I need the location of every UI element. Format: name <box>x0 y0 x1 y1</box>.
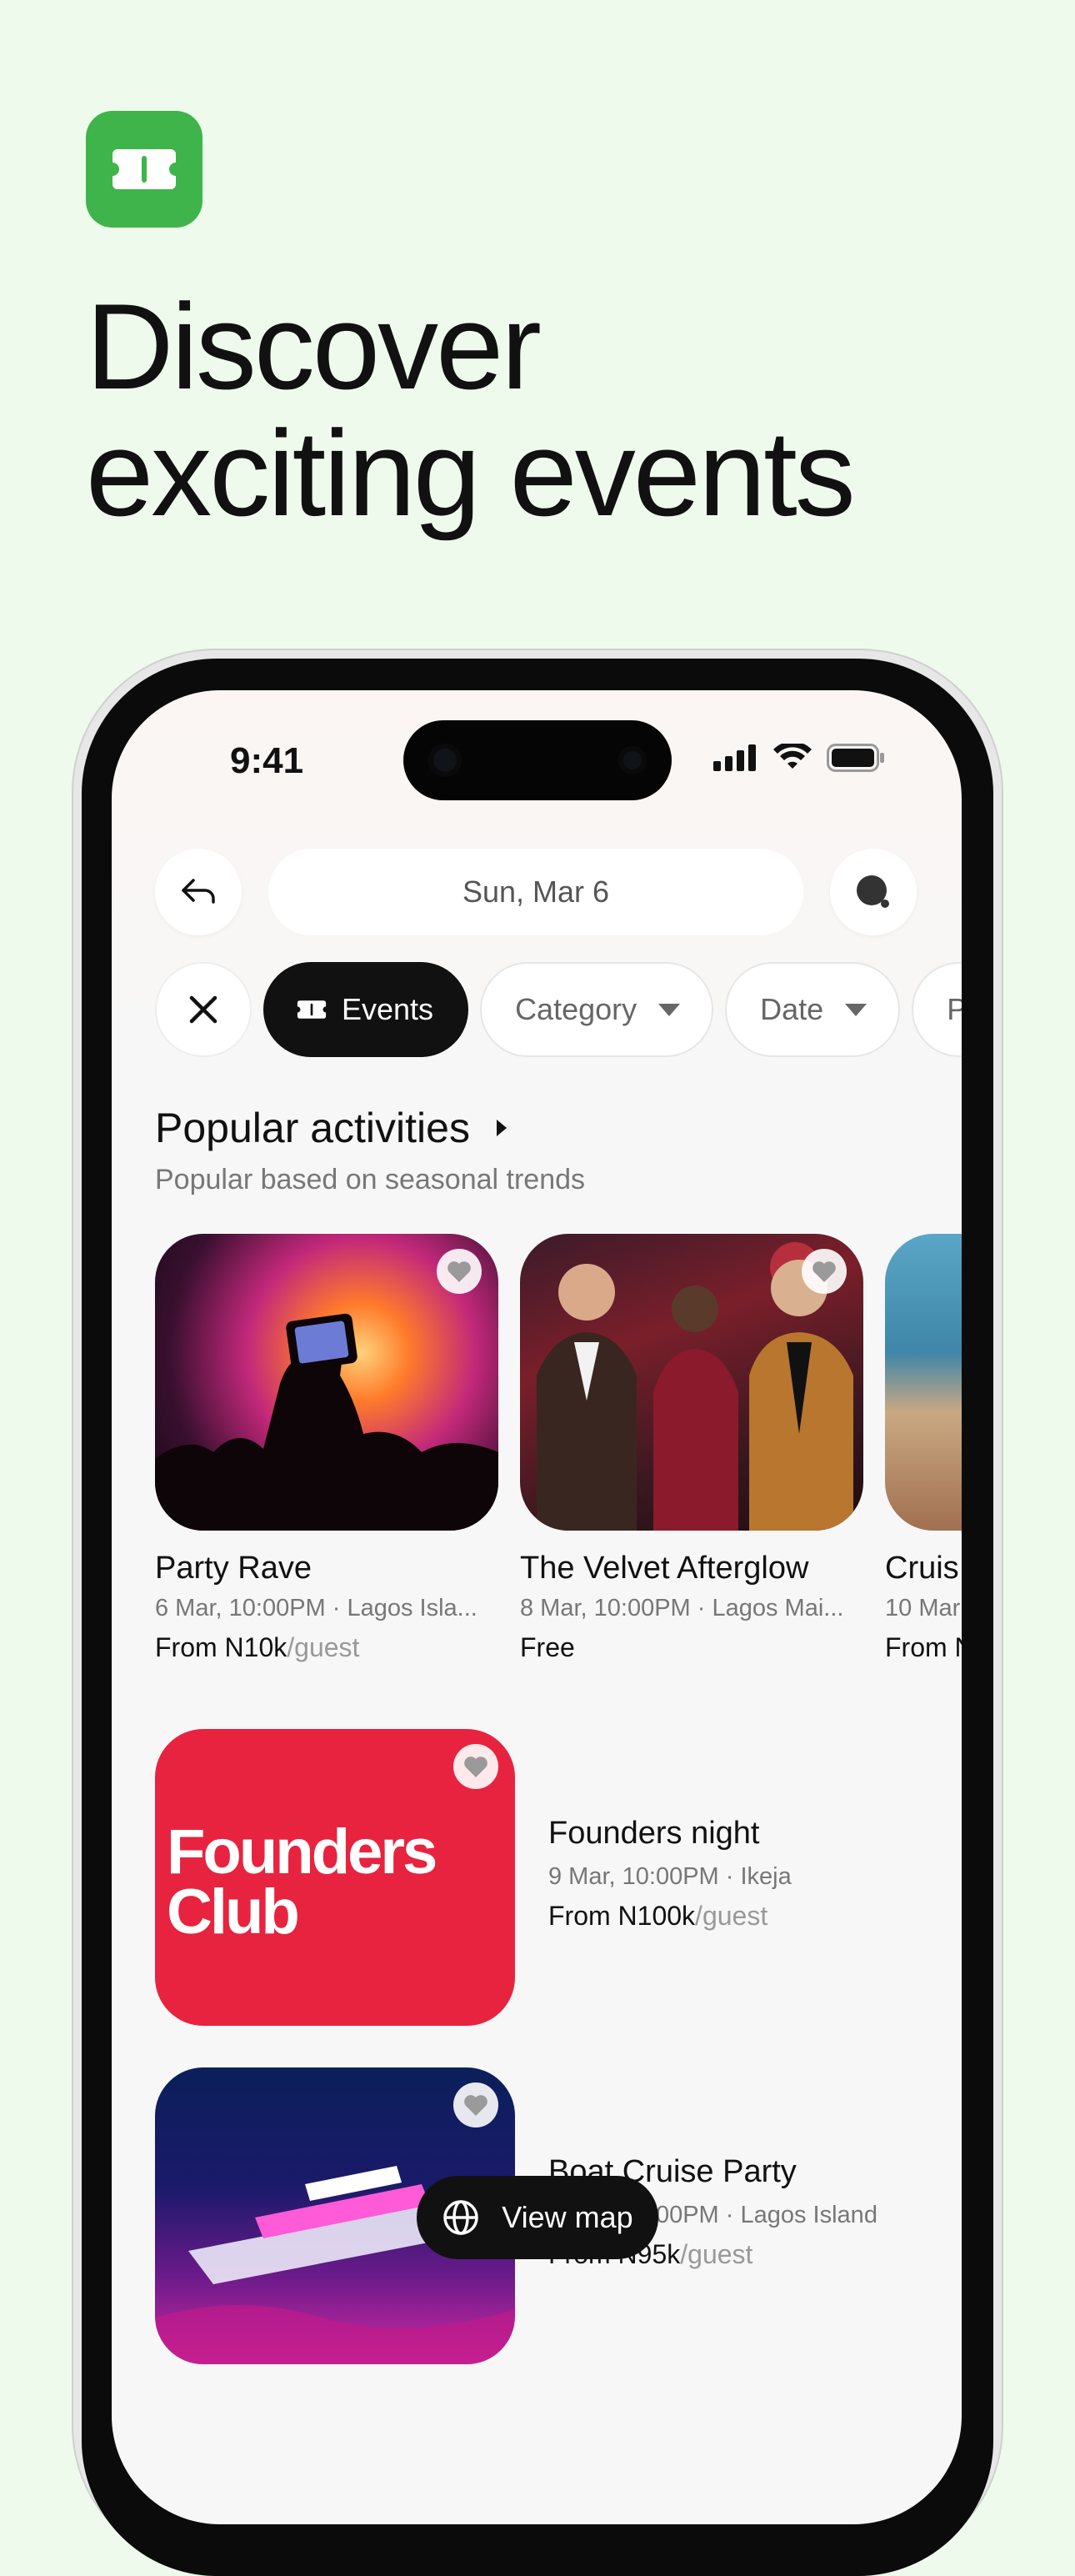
search-button[interactable] <box>830 849 917 935</box>
section-title[interactable]: Popular activities <box>155 1104 508 1152</box>
camera-dot <box>428 744 462 777</box>
price-value: From N <box>885 1632 962 1662</box>
phone-screen: 9:41 Sun, Mar 6 Events Category Date P P… <box>112 690 962 2524</box>
chip-date[interactable]: Date <box>725 962 901 1057</box>
section-title-label: Popular activities <box>155 1105 470 1151</box>
search-icon <box>857 875 889 908</box>
sensor-dot <box>618 746 647 774</box>
event-price: Free <box>520 1632 863 1663</box>
event-meta: 9 Mar, 10:00PM · Ikeja <box>548 1863 792 1890</box>
headline-line-1: Discover <box>86 278 542 414</box>
event-card[interactable]: Party Rave 6 Mar, 10:00PM · Lagos Isla..… <box>155 1234 498 1663</box>
event-price: From N10k/guest <box>155 1632 498 1663</box>
chip-events-label: Events <box>342 992 434 1026</box>
view-map-label: View map <box>502 2200 633 2234</box>
hero-headline: Discover exciting events <box>86 283 1002 537</box>
heart-icon <box>448 1261 471 1282</box>
chip-more[interactable]: P <box>912 962 962 1057</box>
list-item-info: Founders night 9 Mar, 10:00PM · Ikeja Fr… <box>548 1816 792 1932</box>
event-image-velvet-afterglow <box>520 1234 863 1531</box>
ticket-icon <box>112 149 176 189</box>
clear-filters-button[interactable] <box>155 962 252 1057</box>
chevron-right-icon <box>496 1120 507 1136</box>
wifi-icon <box>773 744 812 769</box>
date-label: Sun, Mar 6 <box>462 875 610 909</box>
heart-icon <box>812 1261 836 1282</box>
back-arrow-icon <box>182 879 215 904</box>
favorite-button[interactable] <box>453 2082 498 2127</box>
event-image-party-rave <box>155 1234 498 1531</box>
back-button[interactable] <box>155 849 242 935</box>
chevron-down-icon <box>845 1003 868 1016</box>
event-title: Cruis <box>885 1551 959 1586</box>
app-logo <box>86 111 202 228</box>
section-subtitle: Popular based on seasonal trends <box>155 1164 586 1195</box>
favorite-button[interactable] <box>453 1744 498 1789</box>
event-title: Party Rave <box>155 1551 312 1586</box>
event-title: The Velvet Afterglow <box>520 1551 809 1586</box>
signal-icon <box>713 744 756 771</box>
founders-club-logo-text: Founders Club <box>167 1817 438 1947</box>
event-price: From N100k/guest <box>548 1901 792 1932</box>
logo-line-2: Club <box>167 1877 300 1947</box>
status-time: 9:41 <box>230 740 304 781</box>
favorite-button[interactable] <box>802 1249 847 1294</box>
chip-events[interactable]: Events <box>263 962 469 1057</box>
status-icons <box>713 744 885 772</box>
event-card[interactable]: The Velvet Afterglow 8 Mar, 10:00PM · La… <box>520 1234 863 1663</box>
event-title: Founders night <box>548 1816 760 1851</box>
event-image-founders-club: Founders Club <box>155 1729 515 2026</box>
list-item[interactable]: Founders Club Founders night 9 Mar, 10:0… <box>155 1729 922 2026</box>
price-value: From N10k <box>155 1632 288 1662</box>
price-value: Free <box>520 1632 575 1662</box>
price-unit: /guest <box>680 2239 753 2269</box>
filter-chips: Events Category Date P <box>155 962 962 1057</box>
chip-more-label: P <box>947 992 962 1026</box>
event-image-cruise <box>885 1234 962 1531</box>
event-card[interactable]: Cruis 10 Mar From N <box>885 1234 962 1663</box>
dynamic-island <box>403 720 672 800</box>
event-meta: 6 Mar, 10:00PM · Lagos Isla... <box>155 1595 478 1621</box>
event-meta: 8 Mar, 10:00PM · Lagos Mai... <box>520 1595 844 1621</box>
event-price: From N <box>885 1632 962 1663</box>
favorite-button[interactable] <box>437 1249 482 1294</box>
event-meta: 10 Mar <box>885 1595 961 1621</box>
price-unit: /guest <box>287 1632 360 1662</box>
heart-icon <box>464 1757 488 1777</box>
view-map-button[interactable]: View map <box>417 2176 658 2259</box>
headline-line-2: exciting events <box>86 405 856 541</box>
logo-line-1: Founders <box>167 1817 438 1887</box>
ticket-icon <box>297 1000 327 1019</box>
date-selector[interactable]: Sun, Mar 6 <box>268 849 803 935</box>
close-icon <box>189 995 218 1024</box>
chip-date-label: Date <box>760 992 824 1026</box>
heart-icon <box>464 2095 488 2116</box>
chevron-down-icon <box>658 1003 681 1016</box>
chip-category-label: Category <box>515 992 638 1026</box>
chip-category[interactable]: Category <box>480 962 714 1057</box>
price-value: From N100k <box>548 1901 696 1931</box>
battery-icon <box>827 744 884 772</box>
globe-icon <box>443 2200 479 2235</box>
price-unit: /guest <box>695 1901 768 1931</box>
